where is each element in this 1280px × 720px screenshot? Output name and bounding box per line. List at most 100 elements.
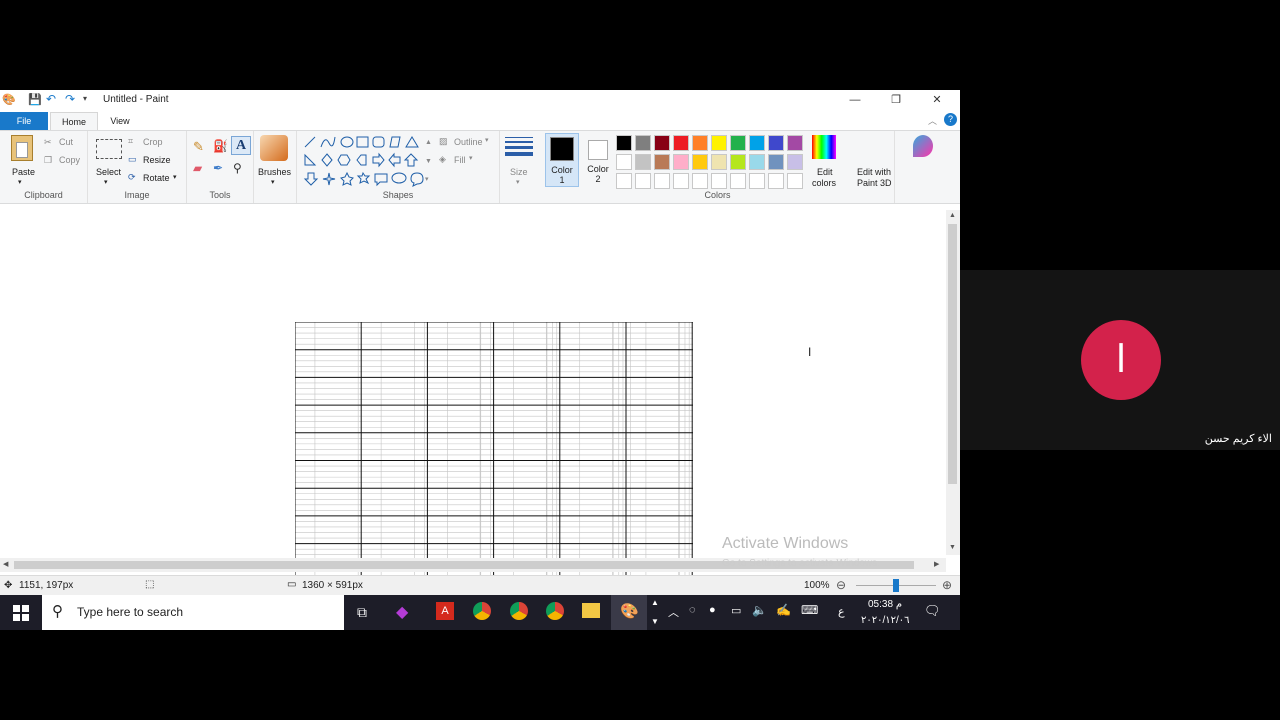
input-language[interactable]: ع xyxy=(838,605,845,618)
paste-dropdown-icon[interactable]: ▾ xyxy=(18,178,22,186)
palette-swatch[interactable] xyxy=(692,154,708,170)
fill-bucket-icon[interactable]: ⛽ xyxy=(213,139,228,153)
resize-button[interactable]: Resize xyxy=(143,155,171,165)
paste-button[interactable]: Paste xyxy=(12,167,35,177)
close-button[interactable]: ✕ xyxy=(917,90,957,110)
clock-time[interactable]: 05:38 م xyxy=(868,599,902,610)
chrome-icon-2[interactable] xyxy=(510,602,528,620)
shapes-scroll-down-icon[interactable]: ▼ xyxy=(425,158,432,165)
scroll-right-icon[interactable]: ▶ xyxy=(934,560,939,568)
palette-swatch[interactable] xyxy=(616,135,632,151)
brushes-icon[interactable] xyxy=(260,135,288,161)
magnifier-icon[interactable]: ⚲ xyxy=(233,161,242,175)
taskbar-scroll-up-icon[interactable]: ▲ xyxy=(651,598,659,607)
paint3d-icon[interactable] xyxy=(913,135,933,157)
paint-taskbar-button[interactable]: 🎨 xyxy=(611,595,647,630)
palette-swatch[interactable] xyxy=(654,135,670,151)
shapes-scroll-up-icon[interactable]: ▲ xyxy=(425,139,432,146)
palette-swatch[interactable] xyxy=(787,135,803,151)
rotate-button[interactable]: Rotate xyxy=(143,173,170,183)
acrobat-icon[interactable]: A xyxy=(436,602,454,620)
outline-button[interactable]: Outline xyxy=(454,137,483,147)
brushes-button[interactable]: Brushes xyxy=(258,167,291,177)
edit-colors-label-1[interactable]: Edit xyxy=(817,167,833,177)
palette-swatch[interactable] xyxy=(711,154,727,170)
tab-home[interactable]: Home xyxy=(50,112,98,131)
outline-dropdown-icon[interactable]: ▾ xyxy=(485,136,489,144)
palette-swatch[interactable] xyxy=(616,173,632,189)
cut-button[interactable]: Cut xyxy=(59,137,73,147)
palette-swatch[interactable] xyxy=(787,173,803,189)
tab-view[interactable]: View xyxy=(100,112,140,130)
crop-button[interactable]: Crop xyxy=(143,137,163,147)
show-hidden-icons-icon[interactable]: ︿ xyxy=(668,604,679,620)
fill-dropdown-icon[interactable]: ▾ xyxy=(469,154,473,162)
select-icon[interactable] xyxy=(96,139,122,159)
palette-swatch[interactable] xyxy=(711,135,727,151)
help-icon[interactable]: ? xyxy=(944,113,957,126)
tab-file[interactable]: File xyxy=(0,112,48,130)
palette-swatch[interactable] xyxy=(768,154,784,170)
keyboard-icon[interactable]: ⌨ xyxy=(801,603,818,617)
paint3d-label-2[interactable]: Paint 3D xyxy=(857,178,892,188)
vertical-scroll-thumb[interactable] xyxy=(948,224,957,484)
chrome-icon-1[interactable] xyxy=(473,602,491,620)
file-explorer-icon[interactable] xyxy=(582,603,600,618)
edit-colors-label-2[interactable]: colors xyxy=(812,178,836,188)
paint3d-label-1[interactable]: Edit with xyxy=(857,167,891,177)
rotate-dropdown-icon[interactable]: ▾ xyxy=(173,173,177,181)
palette-swatch[interactable] xyxy=(635,154,651,170)
eraser-icon[interactable]: ▰ xyxy=(193,161,202,175)
security-icon[interactable]: ● xyxy=(709,604,716,616)
scroll-down-icon[interactable]: ▼ xyxy=(949,544,956,551)
edit-colors-icon[interactable] xyxy=(812,135,836,159)
shapes-gallery[interactable] xyxy=(303,135,431,187)
palette-swatch[interactable] xyxy=(749,135,765,151)
palette-swatch[interactable] xyxy=(673,154,689,170)
palette-swatch[interactable] xyxy=(673,135,689,151)
palette-swatch[interactable] xyxy=(730,135,746,151)
color2-button[interactable]: Color 2 xyxy=(583,133,613,187)
redo-icon[interactable]: ↷ xyxy=(65,92,75,106)
windows-start-icon[interactable] xyxy=(13,605,29,621)
taskbar-scroll-down-icon[interactable]: ▼ xyxy=(651,617,659,626)
scroll-up-icon[interactable]: ▲ xyxy=(949,212,956,219)
save-icon[interactable]: 💾 xyxy=(28,93,42,106)
palette-swatch[interactable] xyxy=(730,154,746,170)
select-dropdown-icon[interactable]: ▾ xyxy=(104,178,108,186)
palette-swatch[interactable] xyxy=(654,154,670,170)
taskbar-search-box[interactable]: ⚲ Type here to search xyxy=(42,595,344,630)
text-icon[interactable]: A xyxy=(231,136,251,155)
pencil-icon[interactable]: ✎ xyxy=(193,139,204,155)
palette-swatch[interactable] xyxy=(787,154,803,170)
paste-icon[interactable] xyxy=(11,135,33,161)
palette-swatch[interactable] xyxy=(635,173,651,189)
palette-swatch[interactable] xyxy=(654,173,670,189)
graph-paper-canvas[interactable] xyxy=(295,322,693,595)
canvas-area[interactable]: I xyxy=(0,210,946,595)
clock-date[interactable]: ٢٠٢٠/١٢/٠٦ xyxy=(861,615,910,626)
color-picker-icon[interactable]: ✒ xyxy=(213,161,223,175)
copy-button[interactable]: Copy xyxy=(59,155,80,165)
brushes-dropdown-icon[interactable]: ▾ xyxy=(271,178,275,186)
palette-swatch[interactable] xyxy=(749,173,765,189)
palette-swatch[interactable] xyxy=(616,154,632,170)
color1-button[interactable]: Color 1 xyxy=(545,133,579,187)
scroll-left-icon[interactable]: ◀ xyxy=(3,560,8,568)
palette-swatch[interactable] xyxy=(749,154,765,170)
palette-swatch[interactable] xyxy=(692,173,708,189)
volume-icon[interactable]: 🔈 xyxy=(752,603,767,617)
collapse-ribbon-icon[interactable]: ︿ xyxy=(928,114,937,127)
palette-swatch[interactable] xyxy=(711,173,727,189)
select-button[interactable]: Select xyxy=(96,167,121,177)
minimize-button[interactable]: — xyxy=(835,90,875,110)
pen-icon[interactable]: ✍ xyxy=(776,603,791,617)
palette-swatch[interactable] xyxy=(768,135,784,151)
size-button[interactable]: Size xyxy=(510,167,528,177)
shapes-more-icon[interactable]: ▾ xyxy=(425,175,429,183)
vertical-scrollbar[interactable]: ▲ ▼ xyxy=(946,210,960,555)
zoom-out-icon[interactable]: ⊖ xyxy=(836,578,846,592)
battery-icon[interactable]: ▭ xyxy=(731,604,741,617)
palette-swatch[interactable] xyxy=(730,173,746,189)
fill-button[interactable]: Fill xyxy=(454,155,466,165)
